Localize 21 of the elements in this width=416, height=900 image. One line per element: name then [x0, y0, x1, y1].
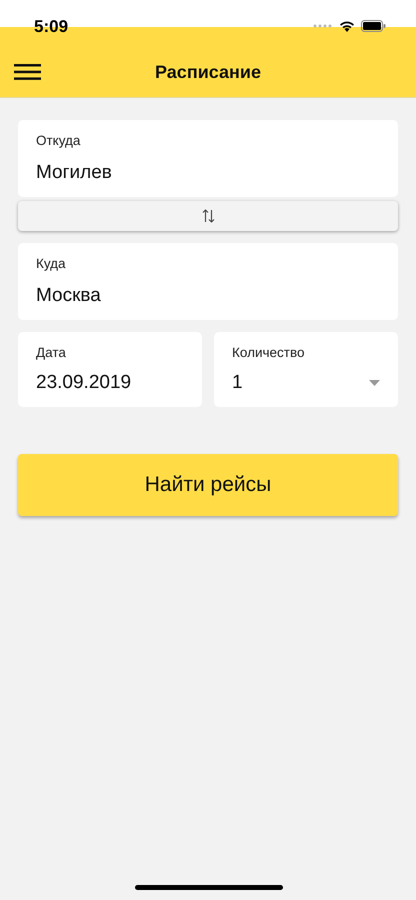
swap-arrows-icon: [202, 208, 214, 224]
input-field[interactable]: Куда Москва: [18, 243, 398, 320]
field-value: 1: [232, 372, 243, 394]
dropdown-caret-icon: [369, 380, 380, 386]
menu-button[interactable]: [14, 64, 41, 80]
field-label: Куда: [36, 256, 67, 271]
wifi-icon: [339, 20, 355, 32]
search-button[interactable]: Найти рейсы: [18, 454, 398, 516]
battery-icon: [361, 20, 386, 32]
cellular-signal-icon: [313, 24, 333, 28]
field-value: 23.09.2019: [36, 372, 132, 394]
menu-icon: [14, 64, 41, 80]
input-field[interactable]: Откуда Могилев: [18, 120, 398, 197]
field-value: Москва: [36, 285, 102, 307]
field-label: Количество: [232, 345, 306, 360]
screen-title: Расписание: [155, 62, 261, 83]
dropdown-field[interactable]: Количество 1: [214, 332, 398, 407]
input-field[interactable]: Дата 23.09.2019: [18, 332, 202, 407]
field-label: Откуда: [36, 133, 82, 148]
field-value: Могилев: [36, 162, 113, 184]
field-label: Дата: [36, 345, 67, 360]
